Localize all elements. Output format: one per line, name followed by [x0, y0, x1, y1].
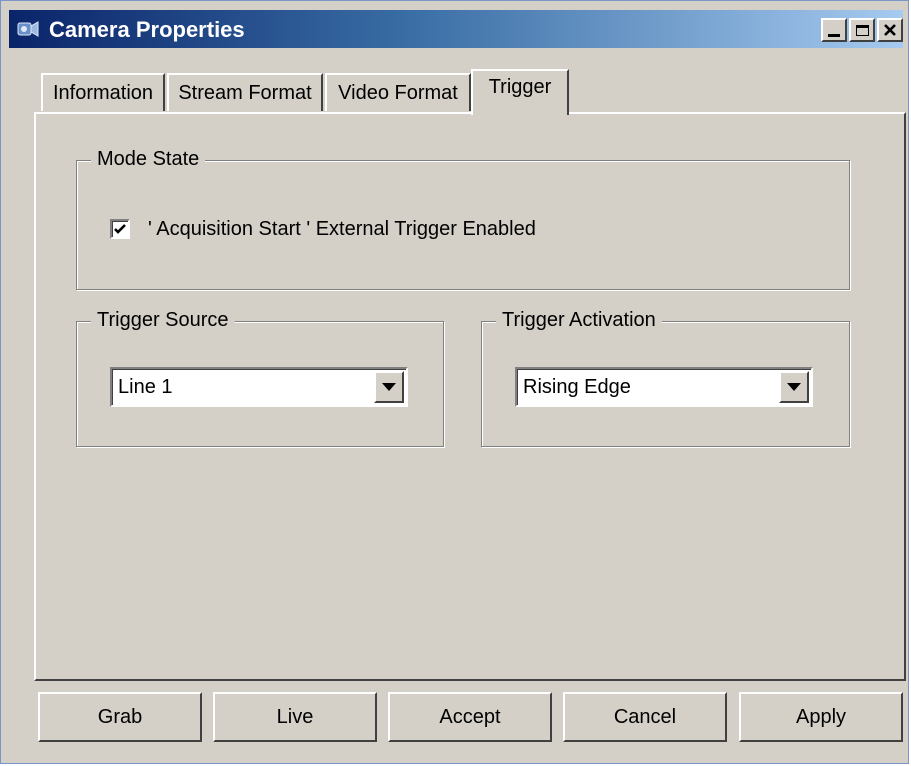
close-button[interactable]	[877, 18, 903, 42]
mode-state-group: Mode State ' Acquisition Start ' Externa…	[76, 148, 850, 290]
dropdown-button[interactable]	[779, 371, 809, 403]
chevron-down-icon	[787, 383, 801, 391]
trigger-source-select[interactable]: Line 1	[110, 367, 408, 407]
tab-stream-format[interactable]: Stream Format	[167, 73, 323, 111]
cancel-button[interactable]: Cancel	[563, 692, 727, 742]
group-label: Trigger Activation	[496, 309, 662, 332]
trigger-source-group: Trigger Source Line 1	[76, 309, 444, 447]
accept-button[interactable]: Accept	[388, 692, 552, 742]
tab-label: Video Format	[338, 81, 458, 104]
tab-label: Trigger	[488, 75, 552, 98]
tab-trigger[interactable]: Trigger	[471, 69, 569, 115]
trigger-activation-select[interactable]: Rising Edge	[515, 367, 813, 407]
trigger-activation-group: Trigger Activation Rising Edge	[481, 309, 850, 447]
title-bar[interactable]: Camera Properties	[9, 10, 903, 48]
group-label: Trigger Source	[91, 309, 235, 332]
tab-information[interactable]: Information	[41, 73, 165, 111]
tab-label: Stream Format	[178, 81, 312, 104]
grab-button[interactable]: Grab	[38, 692, 202, 742]
maximize-icon	[855, 24, 869, 36]
close-icon	[884, 24, 896, 36]
external-trigger-checkbox[interactable]	[110, 219, 130, 239]
apply-button[interactable]: Apply	[739, 692, 903, 742]
trigger-tab-panel: Mode State ' Acquisition Start ' Externa…	[34, 112, 906, 681]
group-label: Mode State	[91, 148, 206, 171]
selected-value: Line 1	[118, 376, 173, 398]
chevron-down-icon	[382, 383, 396, 391]
selected-value: Rising Edge	[523, 376, 631, 398]
tab-video-format[interactable]: Video Format	[325, 73, 471, 111]
live-button[interactable]: Live	[213, 692, 377, 742]
camera-properties-window: Camera Properties Information Stream For…	[0, 0, 909, 764]
window-title: Camera Properties	[49, 17, 245, 42]
external-trigger-label: ' Acquisition Start ' External Trigger E…	[148, 218, 536, 240]
checkmark-icon	[114, 224, 126, 234]
minimize-button[interactable]	[821, 18, 847, 42]
tab-label: Information	[52, 81, 154, 104]
minimize-icon	[828, 33, 840, 37]
maximize-button[interactable]	[849, 18, 875, 42]
dropdown-button[interactable]	[374, 371, 404, 403]
camera-icon	[17, 18, 39, 40]
